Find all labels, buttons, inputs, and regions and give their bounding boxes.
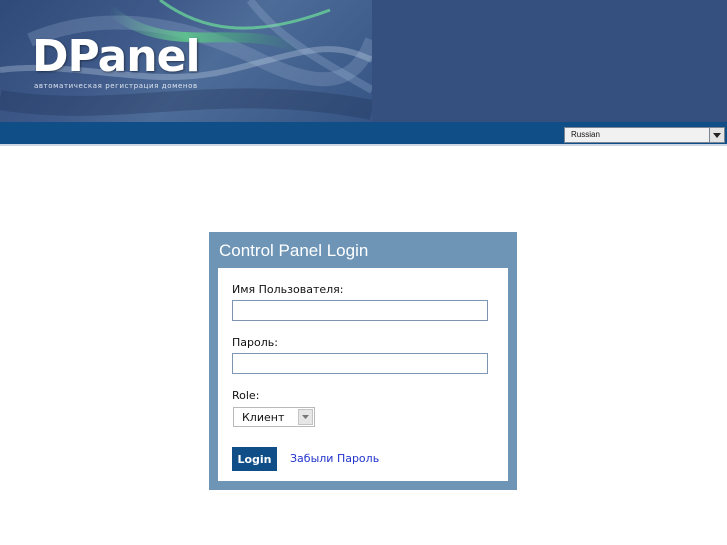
- role-select[interactable]: Клиент: [233, 407, 315, 427]
- chevron-down-icon[interactable]: [709, 128, 724, 142]
- language-select[interactable]: Russian: [564, 127, 725, 143]
- login-form: Имя Пользователя: Пароль: Role: Клиент L…: [218, 268, 508, 481]
- role-select-value: Клиент: [242, 411, 285, 424]
- forgot-password-link[interactable]: Забыли Пароль: [290, 452, 379, 465]
- username-label: Имя Пользователя:: [232, 283, 344, 296]
- login-panel: Control Panel Login Имя Пользователя: Па…: [209, 232, 517, 490]
- site-logo: DPanel: [32, 31, 201, 82]
- login-button[interactable]: Login: [232, 447, 277, 471]
- chevron-down-icon[interactable]: [298, 409, 313, 425]
- header-banner: DPanel автоматическая регистрация домено…: [0, 0, 372, 122]
- language-select-value: Russian: [571, 130, 600, 139]
- username-input[interactable]: [232, 300, 488, 321]
- login-title: Control Panel Login: [219, 241, 369, 260]
- site-tagline: автоматическая регистрация доменов: [34, 82, 198, 90]
- role-label: Role:: [232, 389, 260, 402]
- site-header: DPanel автоматическая регистрация домено…: [0, 0, 727, 122]
- password-input[interactable]: [232, 353, 488, 374]
- password-label: Пароль:: [232, 336, 278, 349]
